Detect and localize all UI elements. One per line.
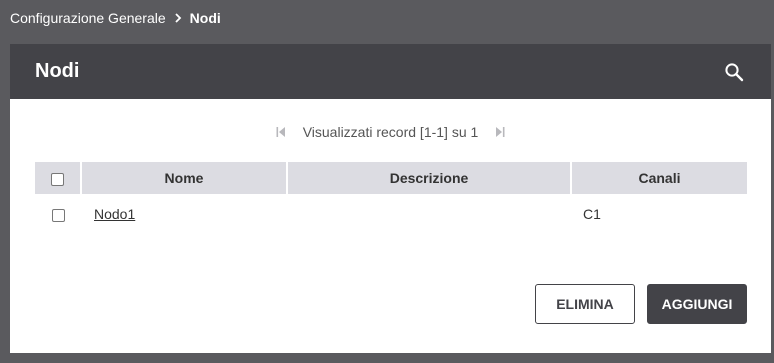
page-title: Nodi (35, 60, 80, 82)
table-header-row: Nome Descrizione Canali (35, 162, 747, 194)
column-header-descrizione[interactable]: Descrizione (286, 162, 571, 194)
select-all-checkbox[interactable] (51, 172, 64, 186)
cell-descrizione (287, 194, 571, 234)
panel-header: Nodi (10, 44, 771, 99)
table-row: Nodo1 C1 (35, 194, 747, 234)
breadcrumb-current: Nodi (189, 10, 221, 26)
delete-button[interactable]: ELIMINA (535, 284, 635, 324)
column-header-nome[interactable]: Nome (80, 162, 287, 194)
column-header-canali[interactable]: Canali (570, 162, 747, 194)
select-all-cell (35, 162, 81, 194)
pagination: Visualizzati record [1-1] su 1 (10, 124, 771, 140)
cell-nome: Nodo1 (81, 194, 287, 234)
nodes-table: Nome Descrizione Canali Nodo1 C1 (35, 162, 747, 234)
last-page-icon[interactable] (495, 126, 505, 138)
cell-canali: C1 (583, 206, 601, 222)
first-page-icon[interactable] (276, 126, 286, 138)
pagination-label: Visualizzati record [1-1] su 1 (302, 124, 479, 140)
breadcrumb-parent-link[interactable]: Configurazione Generale (10, 10, 166, 26)
row-select-cell (35, 194, 81, 234)
chevron-right-icon (175, 13, 182, 23)
row-checkbox[interactable] (51, 208, 65, 222)
nodes-panel: Nodi Visualizzati record [1-1] su 1 Nome… (10, 44, 771, 353)
search-icon[interactable] (723, 61, 745, 83)
node-name-link[interactable]: Nodo1 (94, 206, 135, 222)
add-button[interactable]: AGGIUNGI (647, 284, 747, 324)
breadcrumb: Configurazione Generale Nodi (10, 9, 221, 27)
